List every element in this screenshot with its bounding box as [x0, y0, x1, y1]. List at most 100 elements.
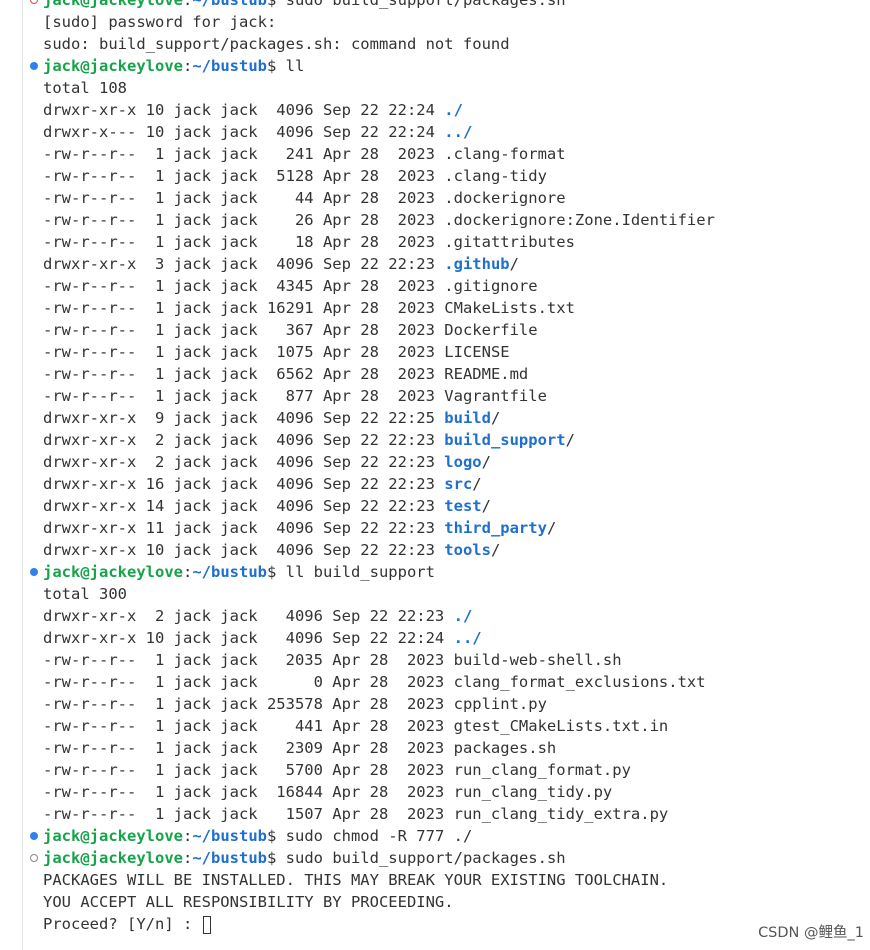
ls-entry: drwxr-xr-x 10 jack jack 4096 Sep 22 22:2…	[43, 541, 501, 559]
file-meta: drwxr-xr-x 9 jack jack 4096 Sep 22 22:25	[43, 409, 445, 427]
output-line: [sudo] password for jack:	[0, 11, 870, 33]
file-meta: -rw-r--r-- 1 jack jack 253578 Apr 28 202…	[43, 695, 454, 713]
file-meta: -rw-r--r-- 1 jack jack 26 Apr 28 2023	[43, 211, 445, 229]
file-meta: drwxr-xr-x 10 jack jack 4096 Sep 22 22:2…	[43, 101, 445, 119]
output-text: total 108	[43, 79, 127, 97]
file-name: run_clang_format.py	[453, 761, 631, 779]
file-name: clang_format_exclusions.txt	[453, 673, 706, 691]
prompt-line: jack@jackeylove:~/bustub$ sudo chmod -R …	[0, 825, 870, 847]
ls-entry: drwxr-xr-x 2 jack jack 4096 Sep 22 22:23…	[43, 431, 575, 449]
file-name: .dockerignore:Zone.Identifier	[444, 211, 715, 229]
ls-entry: -rw-r--r-- 1 jack jack 4345 Apr 28 2023 …	[0, 275, 870, 297]
prompt-user: jack@jackeylove	[43, 827, 183, 845]
output-text: YOU ACCEPT ALL RESPONSIBILITY BY PROCEED…	[43, 893, 454, 911]
command-status-icon[interactable]	[30, 832, 38, 840]
ls-entry: -rw-r--r-- 1 jack jack 6562 Apr 28 2023 …	[0, 363, 870, 385]
output-line: total 108	[0, 77, 870, 99]
command-status-icon[interactable]	[30, 854, 38, 862]
command-status-icon[interactable]	[30, 568, 38, 576]
command-text: ll build_support	[285, 563, 435, 581]
directory-name: ./	[444, 101, 463, 119]
command-status-icon[interactable]	[30, 0, 38, 4]
file-meta: -rw-r--r-- 1 jack jack 0 Apr 28 2023	[43, 673, 454, 691]
file-name: Vagrantfile	[444, 387, 547, 405]
file-meta: -rw-r--r-- 1 jack jack 2309 Apr 28 2023	[43, 739, 454, 757]
prompt-line: jack@jackeylove:~/bustub$ ll build_suppo…	[0, 561, 870, 583]
ls-entry: -rw-r--r-- 1 jack jack 441 Apr 28 2023 g…	[0, 715, 870, 737]
file-meta: -rw-r--r-- 1 jack jack 16291 Apr 28 2023	[43, 299, 445, 317]
ls-entry: drwxr-xr-x 2 jack jack 4096 Sep 22 22:23…	[0, 605, 870, 627]
ls-entry: -rw-r--r-- 1 jack jack 241 Apr 28 2023 .…	[0, 143, 870, 165]
file-name: gtest_CMakeLists.txt.in	[453, 717, 669, 735]
output-line: YOU ACCEPT ALL RESPONSIBILITY BY PROCEED…	[0, 891, 870, 913]
file-name: .gitattributes	[444, 233, 575, 251]
prompt-path: ~/bustub	[192, 849, 267, 867]
command-text: ll	[285, 57, 305, 75]
ls-entry: -rw-r--r-- 1 jack jack 16291 Apr 28 2023…	[0, 297, 870, 319]
ls-entry: -rw-r--r-- 1 jack jack 16844 Apr 28 2023…	[0, 781, 870, 803]
file-meta: -rw-r--r-- 1 jack jack 6562 Apr 28 2023	[43, 365, 445, 383]
file-meta: drwxr-xr-x 2 jack jack 4096 Sep 22 22:23	[43, 607, 454, 625]
file-meta: -rw-r--r-- 1 jack jack 18 Apr 28 2023	[43, 233, 445, 251]
proceed-prompt: Proceed? [Y/n] :	[43, 915, 202, 933]
ls-entry: -rw-r--r-- 1 jack jack 367 Apr 28 2023 D…	[0, 319, 870, 341]
terminal-output[interactable]: jack@jackeylove:~/bustub$ sudo build_sup…	[0, 0, 870, 935]
file-name: build-web-shell.sh	[453, 651, 622, 669]
command-status-icon[interactable]	[30, 62, 38, 70]
file-name: packages.sh	[453, 739, 557, 757]
directory-name: build_support	[444, 431, 566, 449]
file-meta: drwxr-xr-x 10 jack jack 4096 Sep 22 22:2…	[43, 541, 445, 559]
ls-entry: -rw-r--r-- 1 jack jack 2309 Apr 28 2023 …	[0, 737, 870, 759]
prompt-user: jack@jackeylove	[43, 57, 183, 75]
file-name: cpplint.py	[453, 695, 547, 713]
terminal-cursor[interactable]	[202, 915, 211, 934]
ls-entry: drwxr-xr-x 10 jack jack 4096 Sep 22 22:2…	[0, 627, 870, 649]
ls-entry: -rw-r--r-- 1 jack jack 2035 Apr 28 2023 …	[0, 649, 870, 671]
ls-entry: drwxr-xr-x 2 jack jack 4096 Sep 22 22:23…	[43, 453, 491, 471]
prompt-line: jack@jackeylove:~/bustub$ ll	[0, 55, 870, 77]
file-meta: -rw-r--r-- 1 jack jack 367 Apr 28 2023	[43, 321, 445, 339]
ls-entry: -rw-r--r-- 1 jack jack 877 Apr 28 2023 V…	[0, 385, 870, 407]
file-meta: -rw-r--r-- 1 jack jack 877 Apr 28 2023	[43, 387, 445, 405]
output-text: total 300	[43, 585, 127, 603]
prompt-user: jack@jackeylove	[43, 849, 183, 867]
ls-entry: -rw-r--r-- 1 jack jack 253578 Apr 28 202…	[0, 693, 870, 715]
file-name: .clang-tidy	[444, 167, 547, 185]
directory-name: tools	[444, 541, 491, 559]
file-name: .gitignore	[444, 277, 538, 295]
directory-name: ./	[453, 607, 473, 625]
file-name: run_clang_tidy_extra.py	[453, 805, 669, 823]
file-name: .dockerignore	[444, 189, 566, 207]
directory-name: third_party	[444, 519, 547, 537]
command-text: sudo chmod -R 777 ./	[285, 827, 473, 845]
output-text: [sudo] password for jack:	[43, 13, 277, 31]
prompt-line: jack@jackeylove:~/bustub$ sudo build_sup…	[0, 847, 870, 869]
file-meta: -rw-r--r-- 1 jack jack 4345 Apr 28 2023	[43, 277, 445, 295]
file-name: .clang-format	[444, 145, 566, 163]
watermark: CSDN @鲤鱼_1	[758, 925, 864, 941]
file-meta: drwxr-xr-x 10 jack jack 4096 Sep 22 22:2…	[43, 629, 454, 647]
ls-entry: drwxr-xr-x 14 jack jack 4096 Sep 22 22:2…	[43, 497, 491, 515]
ls-entry: -rw-r--r-- 1 jack jack 5700 Apr 28 2023 …	[0, 759, 870, 781]
output-text: sudo: build_support/packages.sh: command…	[43, 35, 510, 53]
file-meta: -rw-r--r-- 1 jack jack 1507 Apr 28 2023	[43, 805, 454, 823]
output-line: total 300	[0, 583, 870, 605]
prompt-path: ~/bustub	[192, 57, 267, 75]
file-meta: drwxr-xr-x 2 jack jack 4096 Sep 22 22:23	[43, 431, 445, 449]
file-meta: drwxr-x--- 10 jack jack 4096 Sep 22 22:2…	[43, 123, 445, 141]
file-meta: drwxr-xr-x 14 jack jack 4096 Sep 22 22:2…	[43, 497, 445, 515]
file-name: Dockerfile	[444, 321, 538, 339]
file-meta: -rw-r--r-- 1 jack jack 1075 Apr 28 2023	[43, 343, 445, 361]
file-meta: -rw-r--r-- 1 jack jack 5128 Apr 28 2023	[43, 167, 445, 185]
file-meta: -rw-r--r-- 1 jack jack 16844 Apr 28 2023	[43, 783, 454, 801]
ls-entry: -rw-r--r-- 1 jack jack 1075 Apr 28 2023 …	[0, 341, 870, 363]
file-name: run_clang_tidy.py	[453, 783, 613, 801]
file-meta: drwxr-xr-x 11 jack jack 4096 Sep 22 22:2…	[43, 519, 445, 537]
file-meta: -rw-r--r-- 1 jack jack 441 Apr 28 2023	[43, 717, 454, 735]
output-line: sudo: build_support/packages.sh: command…	[0, 33, 870, 55]
command-text: sudo build_support/packages.sh	[285, 0, 566, 9]
prompt-path: ~/bustub	[192, 827, 267, 845]
ls-entry: drwxr-xr-x 3 jack jack 4096 Sep 22 22:23…	[43, 255, 519, 273]
file-meta: drwxr-xr-x 16 jack jack 4096 Sep 22 22:2…	[43, 475, 445, 493]
file-meta: -rw-r--r-- 1 jack jack 44 Apr 28 2023	[43, 189, 445, 207]
